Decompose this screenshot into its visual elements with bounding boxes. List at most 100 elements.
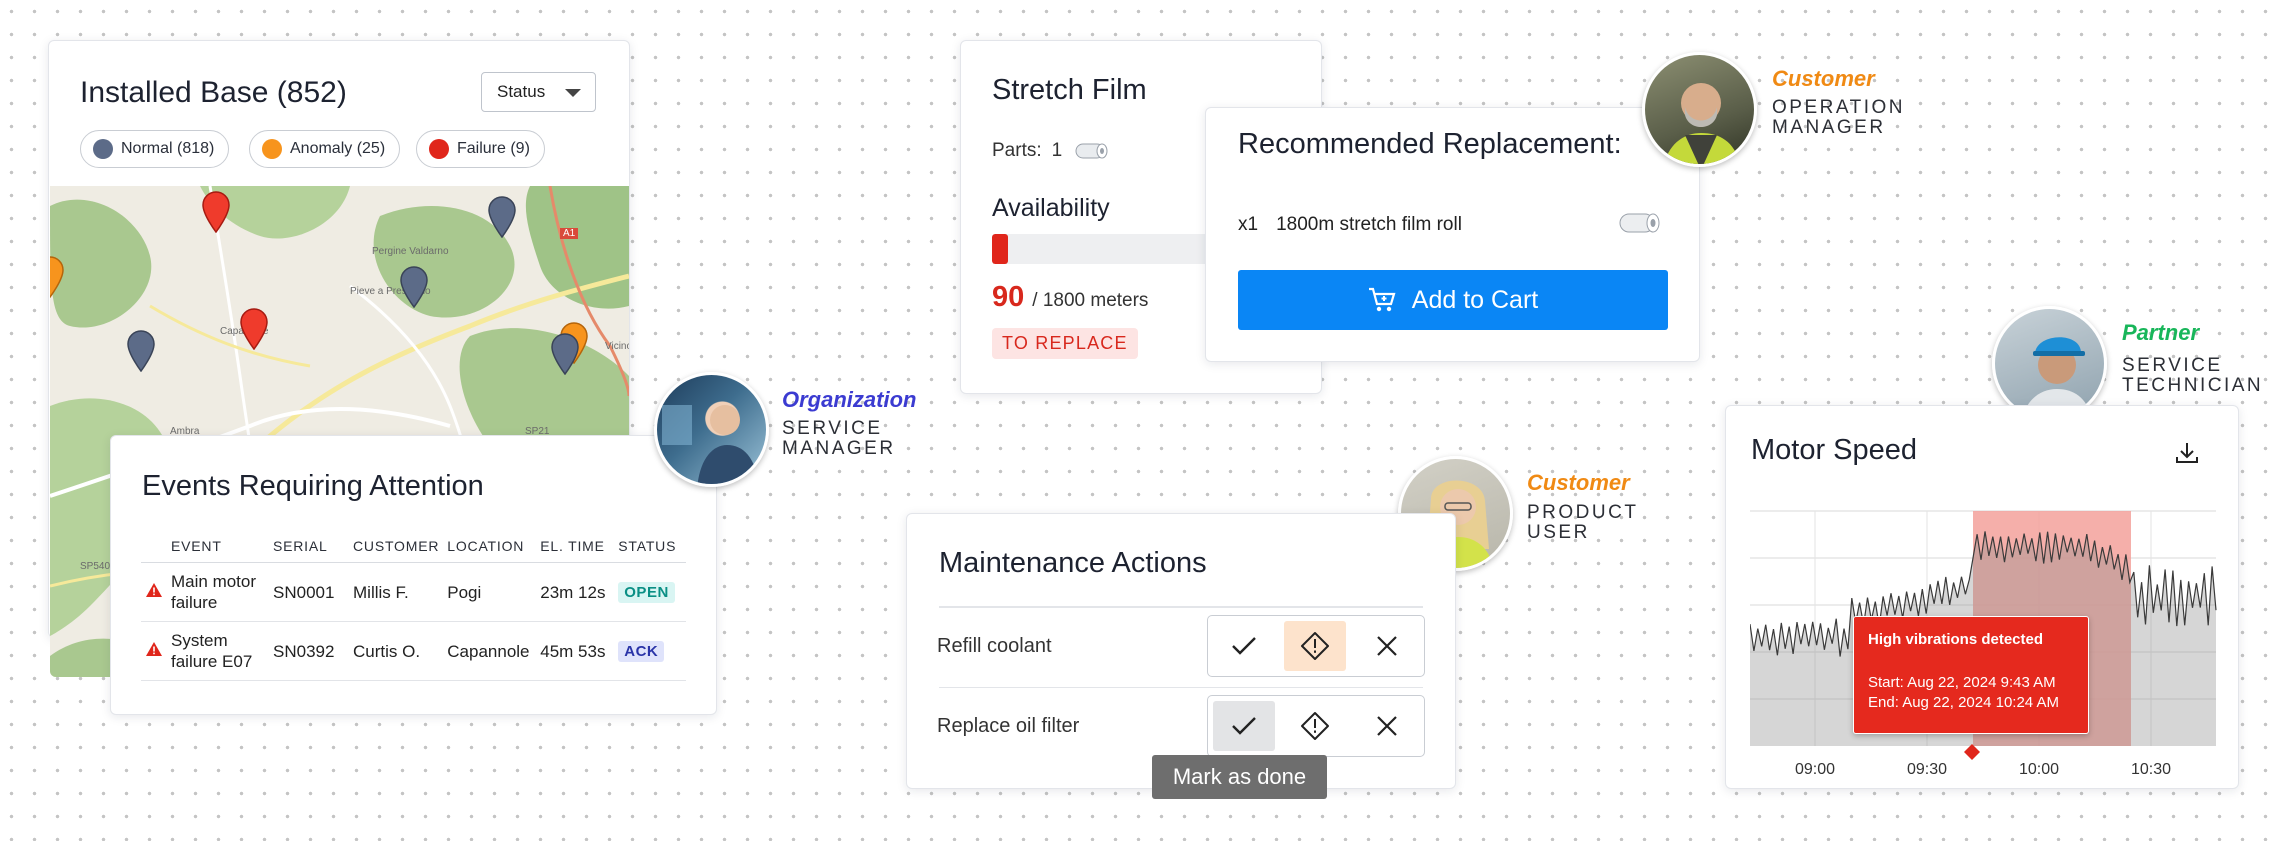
installed-base-title: Installed Base (852) — [80, 76, 347, 109]
persona-partner-role-line2: TECHNICIAN — [2122, 375, 2264, 396]
legend-normal-pill[interactable]: Normal (818) — [80, 130, 230, 168]
motor-speed-card: Motor Speed 09:00 09:30 10:00 10:30 High… — [1725, 405, 2239, 789]
map-pin-normal[interactable] — [400, 266, 428, 308]
recommended-item-row: x1 1800m stretch film roll — [1238, 214, 1462, 236]
x-tick-label: 10:30 — [2131, 761, 2171, 778]
customer-cell: Curtis O. — [349, 621, 444, 681]
events-header-row: EVENT SERIAL CUSTOMER LOCATION EL. TIME … — [141, 532, 686, 563]
col-el-time: EL. TIME — [536, 532, 615, 563]
warning-diamond-icon — [1301, 712, 1329, 740]
persona-org-role-line2: MANAGER — [782, 438, 896, 459]
map-label-pergine: Pergine Valdarno — [372, 246, 449, 257]
col-serial: SERIAL — [269, 532, 349, 563]
map-label-vicino: Vicino — [605, 341, 629, 352]
table-row[interactable]: System failure E07 SN0392 Curtis O. Capa… — [141, 621, 686, 681]
parts-count: 1 — [1051, 140, 1063, 161]
recommended-item-name: 1800m stretch film roll — [1276, 214, 1462, 235]
chevron-down-icon — [565, 89, 581, 97]
event-cell: System failure E07 — [167, 621, 269, 681]
persona-product-type: Customer — [1527, 470, 1630, 495]
maintenance-action-group — [1207, 615, 1425, 677]
map-label-sp540: SP540 — [80, 561, 111, 572]
persona-op-type: Customer — [1772, 66, 1875, 91]
legend-normal-label: Normal (818) — [121, 140, 215, 157]
dismiss-button[interactable] — [1356, 701, 1418, 751]
persona-product-role-line2: USER — [1527, 522, 1590, 543]
events-title: Events Requiring Attention — [142, 470, 484, 502]
table-row[interactable]: Main motor failure SN0001 Millis F. Pogi… — [141, 562, 686, 622]
divider — [939, 687, 1423, 688]
cart-icon — [1368, 287, 1396, 312]
stretch-film-title: Stretch Film — [992, 74, 1147, 106]
status-cell: ACK — [614, 621, 686, 681]
persona-product-role-line1: PRODUCT — [1527, 502, 1639, 523]
map-pin-normal[interactable] — [127, 330, 155, 372]
motor-speed-title: Motor Speed — [1751, 434, 1918, 466]
recommended-qty: x1 — [1238, 214, 1259, 235]
col-location: LOCATION — [443, 532, 537, 563]
replace-status-badge: TO REPLACE — [992, 328, 1138, 359]
add-to-cart-label: Add to Cart — [1411, 285, 1539, 314]
warning-cell — [141, 621, 167, 681]
alert-marker-diamond[interactable] — [1964, 744, 1980, 760]
legend-anomaly-pill[interactable]: Anomaly (25) — [249, 130, 401, 168]
availability-value-row: 90 / 1800 meters — [992, 281, 1148, 314]
alert-title: High vibrations detected — [1868, 631, 2044, 648]
alert-start: Start: Aug 22, 2024 9:43 AM — [1868, 674, 2056, 691]
status-cell: OPEN — [614, 562, 686, 622]
persona-partner-type: Partner — [2122, 320, 2200, 345]
parts-label: Parts: — [992, 140, 1042, 161]
warning-cell — [141, 562, 167, 622]
persona-partner-role-line1: SERVICE — [2122, 355, 2223, 376]
maintenance-title: Maintenance Actions — [939, 547, 1207, 579]
warning-icon — [146, 582, 162, 597]
el-time-cell: 45m 53s — [536, 621, 615, 681]
person-photo-icon — [662, 405, 759, 484]
map-pin-failure[interactable] — [240, 308, 268, 350]
availability-bar-fill — [992, 234, 1008, 264]
location-cell: Pogi — [443, 562, 537, 622]
col-event: EVENT — [167, 532, 269, 563]
flag-issue-button[interactable] — [1284, 701, 1346, 751]
flag-issue-button[interactable] — [1284, 621, 1346, 671]
status-filter-select[interactable]: Status — [481, 72, 596, 112]
maintenance-actions-card: Maintenance Actions Refill coolant Repla… — [906, 513, 1456, 789]
mark-done-button[interactable] — [1213, 621, 1275, 671]
x-tick-label: 09:00 — [1795, 761, 1835, 778]
x-tick-label: 09:30 — [1907, 761, 1947, 778]
avatar-operation-manager — [1642, 52, 1757, 167]
events-card: Events Requiring Attention EVENT SERIAL … — [110, 435, 717, 715]
add-to-cart-button[interactable]: Add to Cart — [1238, 270, 1668, 330]
event-cell: Main motor failure — [167, 562, 269, 622]
map-pin-anomaly[interactable] — [50, 256, 64, 298]
download-icon[interactable] — [2174, 440, 2200, 466]
persona-org-role-line1: SERVICE — [782, 418, 883, 439]
events-table: EVENT SERIAL CUSTOMER LOCATION EL. TIME … — [141, 532, 686, 681]
col-icon — [141, 532, 167, 563]
close-icon — [1377, 716, 1397, 736]
check-icon — [1232, 637, 1256, 655]
map-pin-normal[interactable] — [551, 333, 579, 375]
dismiss-button[interactable] — [1356, 621, 1418, 671]
person-photo-icon — [1664, 83, 1740, 164]
mark-done-button[interactable] — [1213, 701, 1275, 751]
close-icon — [1377, 636, 1397, 656]
legend-anomaly-label: Anomaly (25) — [290, 140, 386, 157]
maintenance-row-label: Refill coolant — [937, 635, 1052, 657]
maintenance-row-label: Replace oil filter — [937, 715, 1080, 737]
alert-tooltip: High vibrations detected Start: Aug 22, … — [1853, 616, 2089, 734]
col-status: STATUS — [614, 532, 686, 563]
availability-value: 90 — [992, 281, 1025, 313]
legend-failure-pill[interactable]: Failure (9) — [416, 130, 545, 168]
map-pin-failure[interactable] — [202, 191, 230, 233]
map-pin-normal[interactable] — [488, 196, 516, 238]
customer-cell: Millis F. — [349, 562, 444, 622]
check-icon — [1232, 717, 1256, 735]
failure-dot-icon — [429, 139, 449, 159]
availability-label: Availability — [992, 194, 1110, 222]
maintenance-action-group — [1207, 695, 1425, 757]
col-customer: CUSTOMER — [349, 532, 444, 563]
film-roll-icon — [1075, 143, 1108, 159]
el-time-cell: 23m 12s — [536, 562, 615, 622]
status-select-value: Status — [497, 82, 546, 101]
